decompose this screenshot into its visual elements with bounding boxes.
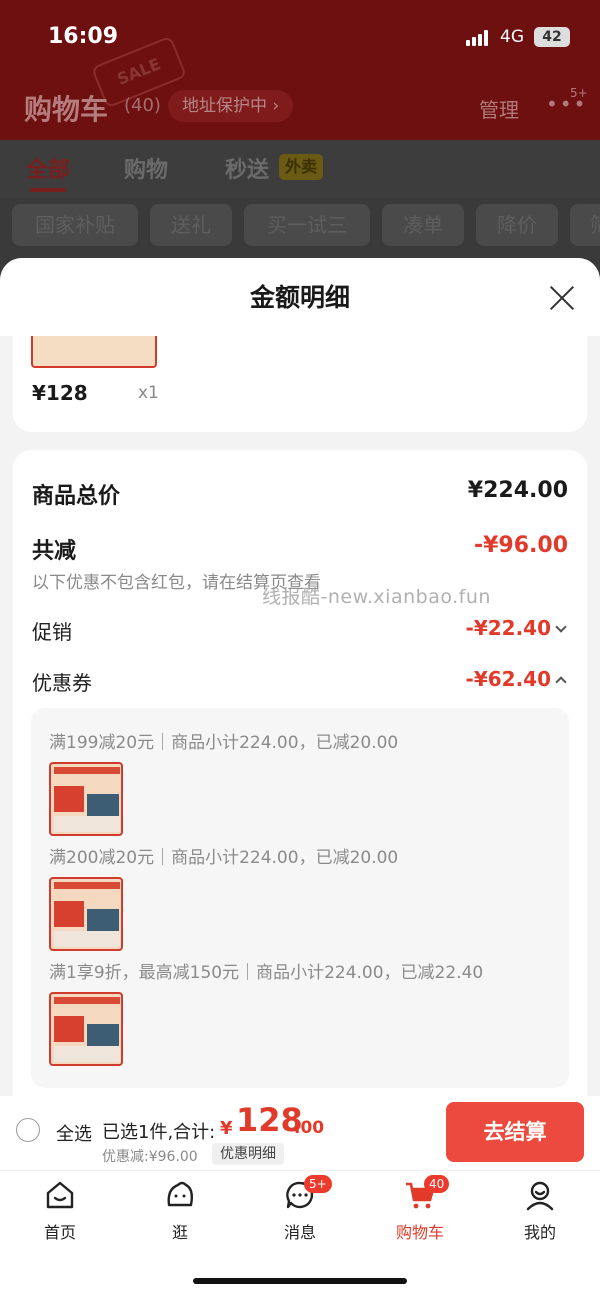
- home-indicator: [193, 1278, 407, 1284]
- chevron-down-icon[interactable]: [555, 621, 567, 633]
- coupon-product-thumbnail: [49, 762, 123, 836]
- more-badge: 5+: [570, 86, 588, 100]
- profile-icon: [526, 1181, 554, 1211]
- background-header: 16:09 4G 42 SALE 购物车 (40) 地址保护中 › 管理 •••…: [0, 0, 600, 140]
- chevron-up-icon[interactable]: [555, 676, 567, 688]
- product-card: ¥128 x1: [13, 336, 587, 432]
- chip: 降价: [476, 204, 558, 246]
- tabbar-item-home[interactable]: 首页: [0, 1171, 120, 1247]
- checkout-button[interactable]: 去结算: [446, 1102, 584, 1162]
- close-icon[interactable]: [548, 284, 576, 312]
- coupon-detail-box: 满199减20元｜商品小计224.00，已减20.00 满200减20元｜商品小…: [31, 708, 569, 1088]
- chip: 凑单: [382, 204, 464, 246]
- chip: 送礼: [150, 204, 232, 246]
- coupon-line: 满200减20元｜商品小计224.00，已减20.00: [49, 848, 399, 868]
- cart-badge: 40: [424, 1175, 450, 1193]
- tab-all: 全部: [26, 158, 71, 183]
- total-decimal: .00: [294, 1118, 325, 1138]
- signal-icon: [466, 30, 492, 46]
- background-cart-page: 16:09 4G 42 SALE 购物车 (40) 地址保护中 › 管理 •••…: [0, 0, 600, 317]
- tabbar-label: 购物车: [395, 1223, 444, 1242]
- promo-value[interactable]: -¥22.40: [466, 616, 551, 640]
- coupon-line: 满199减20元｜商品小计224.00，已减20.00: [49, 733, 399, 753]
- product-quantity: x1: [138, 383, 159, 403]
- tab-underline: [30, 188, 66, 192]
- chip: 买一试三: [244, 204, 370, 246]
- sheet-header: 金额明细: [0, 258, 600, 336]
- tabbar-label: 首页: [43, 1223, 76, 1242]
- watermark: 线报酷-new.xianbao.fun: [262, 586, 491, 608]
- coupon-product-thumbnail: [49, 877, 123, 951]
- message-badge: 5+: [304, 1175, 332, 1193]
- tabbar-item-profile[interactable]: 我的: [480, 1171, 600, 1247]
- total-label: 商品总价: [32, 484, 121, 509]
- select-all-radio[interactable]: [16, 1118, 40, 1142]
- waimai-badge: 外卖: [279, 154, 324, 180]
- promo-label[interactable]: 促销: [32, 616, 72, 645]
- sheet-title: 金额明细: [249, 283, 350, 312]
- cart-title: 购物车: [24, 93, 109, 126]
- network-label: 4G: [500, 27, 524, 47]
- home-icon: [46, 1181, 74, 1209]
- total-value: ¥224.00: [467, 478, 568, 503]
- browse-face-icon: [167, 1181, 194, 1207]
- reduce-value: -¥96.00: [473, 533, 568, 558]
- tabbar-item-cart[interactable]: 40 购物车: [360, 1171, 480, 1247]
- select-all-label[interactable]: 全选: [56, 1120, 92, 1146]
- price-breakdown-card: 商品总价 ¥224.00 共减 -¥96.00 以下优惠不包含红包，请在结算页查…: [13, 450, 587, 1110]
- discount-detail-button[interactable]: 优惠明细: [212, 1143, 284, 1165]
- chip: 国家补贴: [12, 204, 138, 246]
- reduce-label: 共减: [32, 539, 77, 564]
- coupon-product-thumbnail: [49, 992, 123, 1066]
- product-thumbnail[interactable]: [31, 336, 157, 368]
- tabbar-label: 逛: [171, 1223, 188, 1242]
- tab-shopping: 购物: [124, 158, 169, 183]
- checkout-bar: 全选 已选1件,合计: ¥ 128 .00 优惠减:¥96.00 优惠明细 去结…: [0, 1096, 600, 1170]
- coupon-label[interactable]: 优惠券: [32, 667, 92, 696]
- selected-summary: 已选1件,合计:: [102, 1122, 216, 1143]
- chip: 筛: [570, 204, 600, 246]
- tabbar-label: 消息: [283, 1223, 316, 1242]
- tab-express: 秒送: [225, 158, 270, 183]
- total-amount: 128: [236, 1101, 303, 1139]
- product-price: ¥128: [32, 381, 88, 405]
- battery-icon: 42: [534, 27, 570, 47]
- discount-summary: 优惠减:¥96.00: [102, 1149, 198, 1165]
- coupon-value[interactable]: -¥62.40: [466, 667, 551, 691]
- tabbar-item-browse[interactable]: 逛: [120, 1171, 240, 1247]
- total-currency: ¥: [220, 1118, 233, 1139]
- cart-count: (40): [124, 95, 161, 116]
- tabbar-label: 我的: [523, 1223, 556, 1242]
- tabbar-item-messages[interactable]: 5+ 消息: [240, 1171, 360, 1247]
- manage-button: 管理: [479, 98, 519, 122]
- address-protect-button: 地址保护中 ›: [168, 90, 294, 122]
- status-time: 16:09: [48, 24, 119, 49]
- coupon-line: 满1享9折，最高减150元｜商品小计224.00，已减22.40: [49, 963, 484, 983]
